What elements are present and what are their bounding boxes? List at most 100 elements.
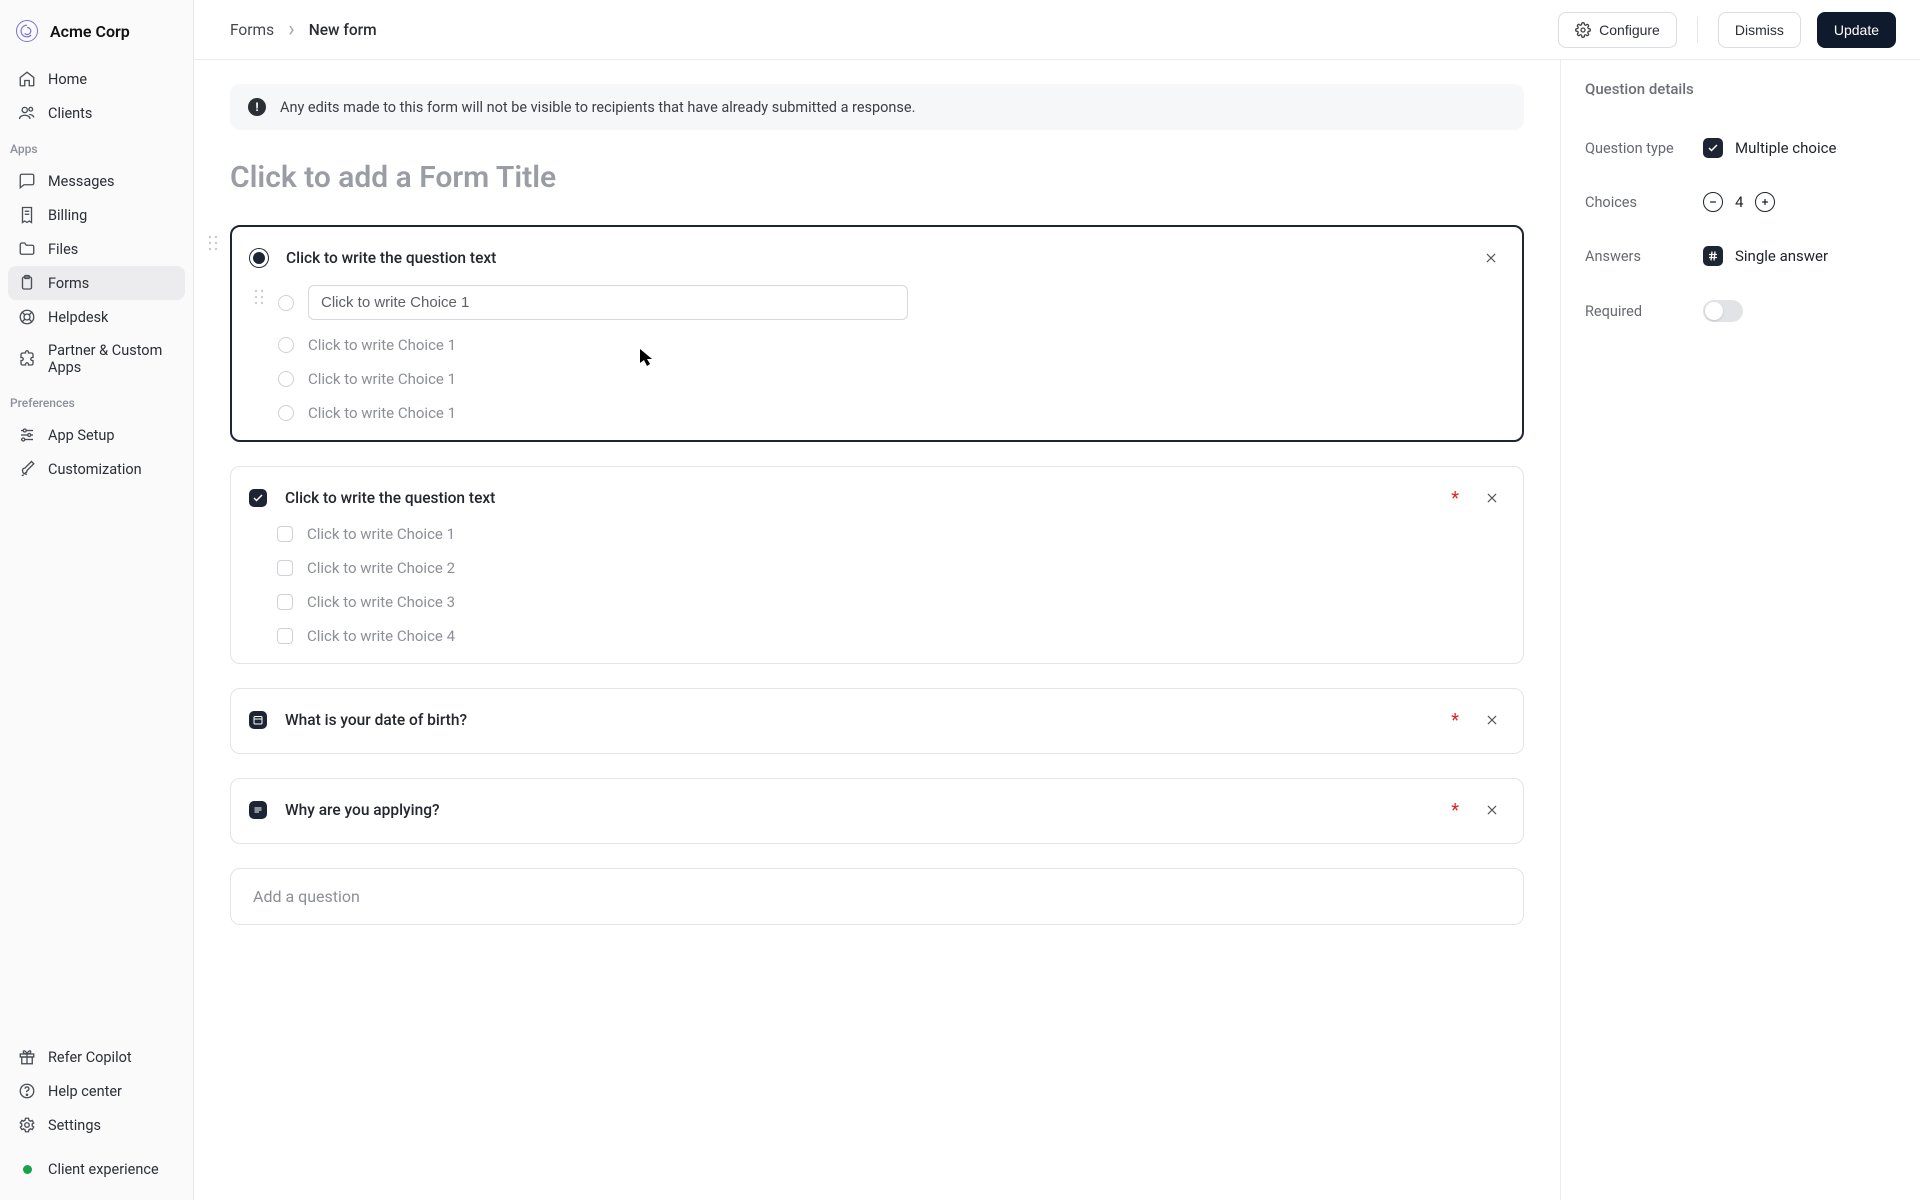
sidebar-item-label: Helpdesk xyxy=(48,309,108,326)
question-title-input[interactable]: Why are you applying? xyxy=(285,801,1433,819)
choice-label[interactable]: Click to write Choice 1 xyxy=(308,404,456,422)
remove-question-button[interactable] xyxy=(1479,485,1505,511)
home-icon xyxy=(18,70,36,88)
add-question-button[interactable]: Add a question xyxy=(230,868,1524,925)
message-icon xyxy=(18,172,36,190)
detail-value-answers[interactable]: Single answer xyxy=(1703,246,1828,266)
sidebar-item-customization[interactable]: Customization xyxy=(8,452,185,486)
question-title-input[interactable]: Click to write the question text xyxy=(286,249,1460,267)
choice-row[interactable]: Click to write Choice 3 xyxy=(277,593,1505,611)
button-label: Update xyxy=(1834,22,1879,38)
choice-row[interactable] xyxy=(278,285,1504,320)
sidebar-item-label: Billing xyxy=(48,207,87,224)
sidebar-item-files[interactable]: Files xyxy=(8,232,185,266)
required-asterisk-icon: * xyxy=(1451,800,1459,821)
choice-label[interactable]: Click to write Choice 1 xyxy=(308,336,456,354)
sidebar-item-home[interactable]: Home xyxy=(8,62,185,96)
sidebar-item-app-setup[interactable]: App Setup xyxy=(8,418,185,452)
sidebar-item-client-experience[interactable]: Client experience xyxy=(8,1152,185,1186)
topbar: Forms › New form Configure Dismiss Updat… xyxy=(194,0,1920,60)
sidebar-item-refer-copilot[interactable]: Refer Copilot xyxy=(8,1040,185,1074)
puzzle-icon xyxy=(18,350,36,368)
info-banner: ! Any edits made to this form will not b… xyxy=(230,84,1524,130)
radio-icon[interactable] xyxy=(278,295,294,311)
choice-row[interactable]: Click to write Choice 2 xyxy=(277,559,1505,577)
sidebar-item-label: Help center xyxy=(48,1083,122,1100)
radio-icon[interactable] xyxy=(278,405,294,421)
sidebar-item-label: Client experience xyxy=(48,1161,159,1178)
choice-input[interactable] xyxy=(308,285,908,320)
choice-label[interactable]: Click to write Choice 1 xyxy=(307,525,455,543)
status-dot-icon xyxy=(18,1160,36,1178)
choice-row[interactable]: Click to write Choice 1 xyxy=(278,404,1504,422)
choice-label[interactable]: Click to write Choice 3 xyxy=(307,593,455,611)
sidebar-item-label: Clients xyxy=(48,105,92,122)
sidebar-item-billing[interactable]: Billing xyxy=(8,198,185,232)
question-card[interactable]: Why are you applying? * xyxy=(230,778,1524,844)
brand-logo-icon xyxy=(16,20,38,42)
detail-label-type: Question type xyxy=(1585,140,1703,157)
radio-chip-icon xyxy=(250,249,268,267)
remove-question-button[interactable] xyxy=(1479,707,1505,733)
sidebar: Acme Corp Home Clients Apps Messages Billi… xyxy=(0,0,194,1200)
choice-label[interactable]: Click to write Choice 1 xyxy=(308,370,456,388)
gear-icon xyxy=(18,1116,36,1134)
checkbox-chip-icon xyxy=(249,489,267,507)
detail-value-type[interactable]: Multiple choice xyxy=(1703,138,1836,158)
remove-question-button[interactable] xyxy=(1479,797,1505,823)
sidebar-item-clients[interactable]: Clients xyxy=(8,96,185,130)
hash-chip-icon xyxy=(1703,246,1723,266)
add-question-label: Add a question xyxy=(253,887,360,906)
question-card[interactable]: Click to write the question text*Click t… xyxy=(230,466,1524,664)
checkbox-icon[interactable] xyxy=(277,628,293,644)
question-title-input[interactable]: What is your date of birth? xyxy=(285,711,1433,729)
sidebar-item-messages[interactable]: Messages xyxy=(8,164,185,198)
radio-icon[interactable] xyxy=(278,337,294,353)
choice-row[interactable]: Click to write Choice 1 xyxy=(278,336,1504,354)
required-toggle[interactable] xyxy=(1703,300,1743,322)
sidebar-item-label: Refer Copilot xyxy=(48,1049,132,1066)
remove-question-button[interactable] xyxy=(1478,245,1504,271)
choice-row[interactable]: Click to write Choice 1 xyxy=(278,370,1504,388)
choice-row[interactable]: Click to write Choice 1 xyxy=(277,525,1505,543)
detail-type-text: Multiple choice xyxy=(1735,139,1836,157)
checkbox-icon[interactable] xyxy=(277,560,293,576)
date-chip-icon xyxy=(249,711,267,729)
receipt-icon xyxy=(18,206,36,224)
choice-row[interactable]: Click to write Choice 4 xyxy=(277,627,1505,645)
radio-icon[interactable] xyxy=(278,371,294,387)
sidebar-item-label: Files xyxy=(48,241,78,258)
question-details-panel: Question details Question type Multiple … xyxy=(1560,60,1920,1200)
question-card[interactable]: Click to write the question text Click to… xyxy=(230,225,1524,442)
question-card[interactable]: What is your date of birth?* xyxy=(230,688,1524,754)
drag-handle-icon[interactable] xyxy=(254,289,264,305)
checkbox-icon[interactable] xyxy=(277,526,293,542)
brand[interactable]: Acme Corp xyxy=(0,10,193,60)
configure-button[interactable]: Configure xyxy=(1558,12,1677,48)
button-label: Dismiss xyxy=(1735,22,1784,38)
form-editor: ! Any edits made to this form will not b… xyxy=(194,60,1560,1200)
choice-label[interactable]: Click to write Choice 4 xyxy=(307,627,455,645)
form-title-input[interactable]: Click to add a Form Title xyxy=(230,160,1524,195)
sidebar-item-label: Messages xyxy=(48,173,115,190)
dismiss-button[interactable]: Dismiss xyxy=(1718,12,1801,48)
drag-handle-icon[interactable] xyxy=(208,235,218,251)
choices-increment-button[interactable] xyxy=(1755,192,1775,212)
divider xyxy=(1697,17,1698,43)
detail-label-answers: Answers xyxy=(1585,248,1703,265)
sliders-icon xyxy=(18,426,36,444)
sidebar-item-settings[interactable]: Settings xyxy=(8,1108,185,1142)
sidebar-item-forms[interactable]: Forms xyxy=(8,266,185,300)
sidebar-item-label: Customization xyxy=(48,461,142,478)
update-button[interactable]: Update xyxy=(1817,12,1896,48)
sidebar-item-partner-custom-apps[interactable]: Partner & Custom Apps xyxy=(8,334,185,384)
breadcrumb-root[interactable]: Forms xyxy=(230,21,274,39)
sidebar-item-help-center[interactable]: Help center xyxy=(8,1074,185,1108)
question-title-input[interactable]: Click to write the question text xyxy=(285,489,1433,507)
checkbox-icon[interactable] xyxy=(277,594,293,610)
sidebar-item-helpdesk[interactable]: Helpdesk xyxy=(8,300,185,334)
choice-label[interactable]: Click to write Choice 2 xyxy=(307,559,455,577)
brush-icon xyxy=(18,460,36,478)
nav-heading-apps: Apps xyxy=(0,132,193,162)
choices-decrement-button[interactable] xyxy=(1703,192,1723,212)
